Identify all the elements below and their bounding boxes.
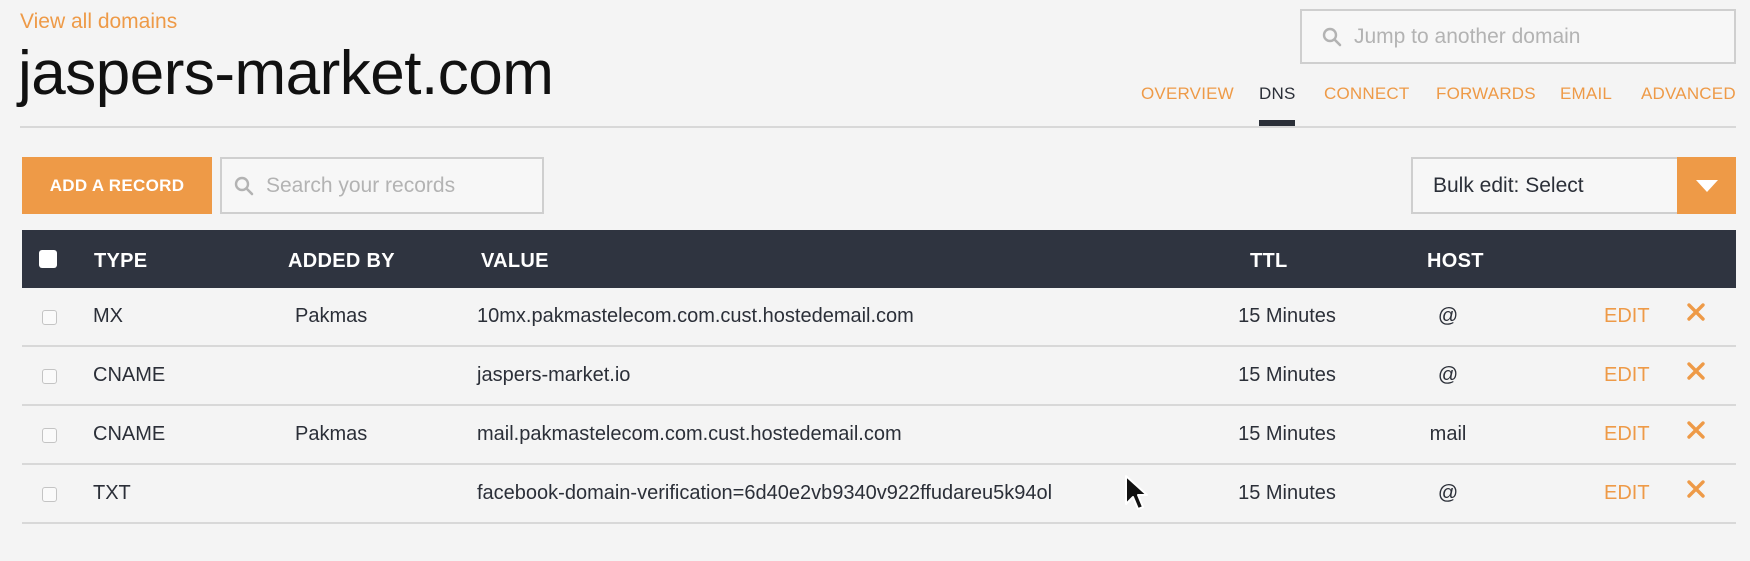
record-value: facebook-domain-verification=6d40e2vb934… bbox=[477, 482, 1053, 504]
bulk-edit-select[interactable]: Bulk edit: Select bbox=[1411, 157, 1736, 214]
edit-record-button[interactable]: EDIT bbox=[1604, 305, 1650, 328]
delete-record-button[interactable] bbox=[1686, 479, 1706, 505]
search-icon bbox=[234, 176, 254, 195]
row-checkbox[interactable] bbox=[42, 308, 57, 331]
bulk-edit-label: Bulk edit: Select bbox=[1433, 173, 1584, 197]
record-type: MX bbox=[93, 305, 123, 327]
tab-forwards[interactable]: FORWARDS bbox=[1436, 84, 1536, 104]
add-record-button[interactable]: ADD A RECORD bbox=[22, 157, 212, 214]
record-added-by: Pakmas bbox=[295, 305, 368, 327]
jump-to-domain-search[interactable] bbox=[1300, 9, 1736, 64]
record-host: @ bbox=[1437, 305, 1459, 327]
column-header-type: TYPE bbox=[94, 250, 148, 272]
record-added-by: Pakmas bbox=[295, 423, 368, 445]
record-type: CNAME bbox=[93, 364, 166, 386]
bulk-edit-dropdown-toggle[interactable] bbox=[1677, 157, 1736, 214]
record-value: 10mx.pakmastelecom.com.cust.hostedemail.… bbox=[477, 305, 914, 327]
column-header-added-by: ADDED BY bbox=[288, 250, 395, 272]
tab-advanced[interactable]: ADVANCED bbox=[1641, 84, 1736, 104]
record-search-input[interactable] bbox=[264, 172, 542, 199]
column-header-host: HOST bbox=[1427, 250, 1484, 272]
record-value: mail.pakmastelecom.com.cust.hostedemail.… bbox=[477, 423, 902, 445]
table-row: TXT facebook-domain-verification=6d40e2v… bbox=[22, 465, 1736, 524]
chevron-down-icon bbox=[1695, 179, 1718, 192]
tab-overview[interactable]: OVERVIEW bbox=[1141, 84, 1234, 104]
table-row: CNAME jaspers-market.io 15 Minutes @ EDI… bbox=[22, 347, 1736, 406]
dns-records-table: TYPE ADDED BY VALUE TTL HOST MX Pakmas 1… bbox=[22, 230, 1736, 524]
delete-record-button[interactable] bbox=[1686, 420, 1706, 446]
mouse-cursor-icon bbox=[1125, 475, 1148, 510]
row-checkbox[interactable] bbox=[42, 367, 57, 390]
jump-to-domain-input[interactable] bbox=[1352, 23, 1734, 50]
record-ttl: 15 Minutes bbox=[1238, 423, 1336, 445]
close-icon bbox=[1687, 303, 1705, 321]
tab-email[interactable]: EMAIL bbox=[1560, 84, 1612, 104]
header-divider bbox=[20, 126, 1736, 128]
table-row: MX Pakmas 10mx.pakmastelecom.com.cust.ho… bbox=[22, 288, 1736, 347]
tab-connect[interactable]: CONNECT bbox=[1324, 84, 1409, 104]
column-header-ttl: TTL bbox=[1250, 250, 1288, 272]
select-all-checkbox[interactable] bbox=[39, 250, 57, 274]
table-row: CNAME Pakmas mail.pakmastelecom.com.cust… bbox=[22, 406, 1736, 465]
domain-tabs: OVERVIEW DNS CONNECT FORWARDS EMAIL ADVA… bbox=[0, 84, 1750, 128]
edit-record-button[interactable]: EDIT bbox=[1604, 423, 1650, 446]
record-host: @ bbox=[1437, 364, 1459, 386]
edit-record-button[interactable]: EDIT bbox=[1604, 364, 1650, 387]
delete-record-button[interactable] bbox=[1686, 361, 1706, 387]
record-type: TXT bbox=[93, 482, 131, 504]
delete-record-button[interactable] bbox=[1686, 302, 1706, 328]
edit-record-button[interactable]: EDIT bbox=[1604, 482, 1650, 505]
record-host: @ bbox=[1437, 482, 1459, 504]
record-ttl: 15 Minutes bbox=[1238, 305, 1336, 327]
table-header: TYPE ADDED BY VALUE TTL HOST bbox=[22, 230, 1736, 288]
record-ttl: 15 Minutes bbox=[1238, 482, 1336, 504]
column-header-value: VALUE bbox=[481, 250, 549, 272]
record-type: CNAME bbox=[93, 423, 166, 445]
close-icon bbox=[1687, 480, 1705, 498]
tab-dns[interactable]: DNS bbox=[1259, 84, 1296, 104]
record-search[interactable] bbox=[220, 157, 544, 214]
record-ttl: 15 Minutes bbox=[1238, 364, 1336, 386]
search-icon bbox=[1322, 27, 1342, 46]
close-icon bbox=[1687, 421, 1705, 439]
row-checkbox[interactable] bbox=[42, 426, 57, 449]
row-checkbox[interactable] bbox=[42, 485, 57, 508]
view-all-domains-link[interactable]: View all domains bbox=[20, 10, 177, 34]
close-icon bbox=[1687, 362, 1705, 380]
record-value: jaspers-market.io bbox=[477, 364, 631, 386]
record-host: mail bbox=[1429, 423, 1467, 445]
